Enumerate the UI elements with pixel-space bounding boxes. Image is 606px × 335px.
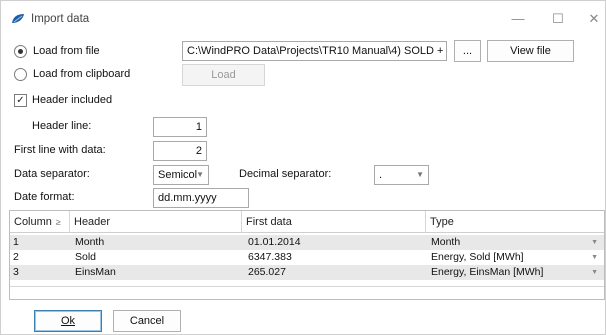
first-line-field[interactable]: 2: [153, 141, 207, 161]
row-column-cell: 2: [13, 251, 19, 263]
chevron-down-icon[interactable]: ▼: [591, 235, 598, 250]
table-row[interactable]: 2 Sold 6347.383 Energy, Sold [MWh] ▼: [10, 250, 604, 265]
row-type-cell[interactable]: Energy, EinsMan [MWh]: [428, 265, 543, 280]
maximize-icon[interactable]: ☐: [547, 9, 569, 29]
window-title: Import data: [31, 13, 90, 25]
header-line-field[interactable]: 1: [153, 117, 207, 137]
decimal-separator-select[interactable]: . ▼: [374, 165, 429, 185]
row-column-cell: 1: [13, 236, 19, 248]
import-data-window: Import data — ☐ ✕ Load from file C:\Wind…: [0, 0, 606, 335]
load-button[interactable]: Load: [182, 64, 265, 86]
row-header-cell: EinsMan: [75, 266, 116, 278]
row-type-cell[interactable]: Energy, Sold [MWh]: [428, 250, 524, 265]
decimal-separator-label: Decimal separator:: [239, 168, 332, 180]
column-header-label: Column: [14, 216, 52, 228]
date-format-field[interactable]: dd.mm.yyyy: [153, 188, 249, 208]
chevron-down-icon: ▼: [416, 170, 424, 179]
minimize-icon[interactable]: —: [507, 9, 529, 29]
row-first-data-cell: 265.027: [248, 266, 286, 278]
date-format-label: Date format:: [14, 191, 75, 203]
load-from-clipboard-radio[interactable]: [14, 68, 27, 81]
windpro-app-icon: [12, 14, 24, 23]
row-first-data-cell: 6347.383: [248, 251, 292, 263]
header-line-label: Header line:: [32, 120, 92, 132]
table-row[interactable]: 3 EinsMan 265.027 Energy, EinsMan [MWh] …: [10, 265, 604, 280]
data-separator-select[interactable]: Semicol ▼: [153, 165, 209, 185]
column-header-type[interactable]: Type: [426, 211, 604, 233]
decimal-separator-value: .: [379, 169, 383, 181]
close-icon[interactable]: ✕: [583, 9, 605, 29]
columns-grid: Column ≥ Header First data Type 1 Month 0…: [9, 210, 605, 300]
data-separator-value: Semicol: [158, 169, 198, 181]
load-from-file-label[interactable]: Load from file: [33, 45, 100, 57]
view-file-button[interactable]: View file: [487, 40, 574, 62]
row-column-cell: 3: [13, 266, 19, 278]
load-from-clipboard-label[interactable]: Load from clipboard: [33, 68, 130, 80]
row-header-cell: Sold: [75, 251, 97, 263]
chevron-down-icon: ▼: [196, 170, 204, 179]
load-from-file-radio[interactable]: [14, 45, 27, 58]
chevron-down-icon[interactable]: ▼: [591, 265, 598, 280]
header-included-checkbox[interactable]: ✓: [14, 94, 27, 107]
row-header-cell: Month: [75, 236, 105, 248]
column-header-header[interactable]: Header: [70, 211, 242, 233]
grid-header: Column ≥ Header First data Type: [10, 211, 604, 233]
column-header-column[interactable]: Column ≥: [10, 211, 70, 233]
browse-button[interactable]: ...: [454, 40, 481, 62]
file-path-field[interactable]: C:\WindPRO Data\Projects\TR10 Manual\4) …: [182, 41, 447, 61]
chevron-down-icon[interactable]: ▼: [591, 250, 598, 265]
header-included-label[interactable]: Header included: [32, 94, 112, 106]
table-row[interactable]: 1 Month 01.01.2014 Month ▼: [10, 235, 604, 250]
row-type-cell[interactable]: Month: [428, 235, 460, 250]
column-header-first-data[interactable]: First data: [242, 211, 426, 233]
grid-divider: [10, 286, 604, 287]
sort-icon: ≥: [55, 217, 61, 227]
data-separator-label: Data separator:: [14, 168, 90, 180]
row-first-data-cell: 01.01.2014: [248, 236, 301, 248]
title-bar: Import data — ☐ ✕: [1, 1, 605, 37]
cancel-button[interactable]: Cancel: [113, 310, 181, 332]
ok-button-label: Ok: [60, 315, 76, 327]
ok-button[interactable]: Ok: [34, 310, 102, 332]
first-line-label: First line with data:: [14, 144, 106, 156]
